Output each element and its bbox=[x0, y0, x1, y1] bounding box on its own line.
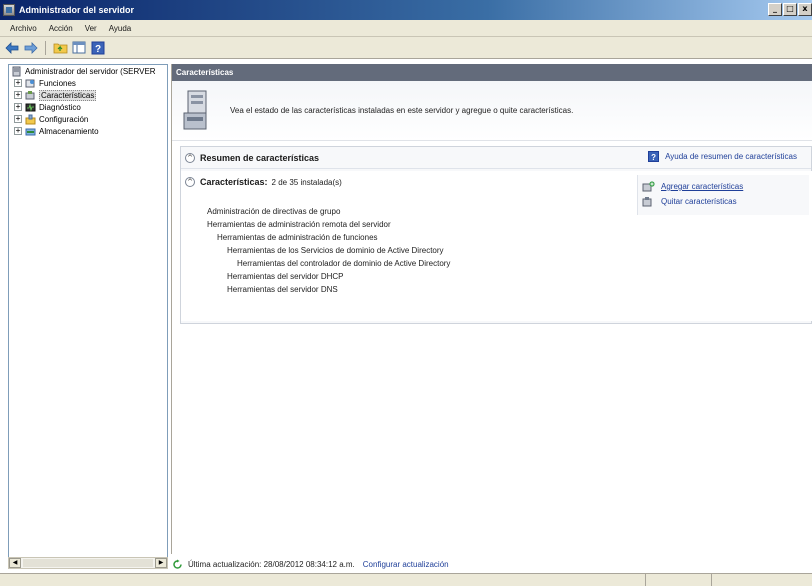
status-panel bbox=[646, 574, 712, 586]
tree-item-almacenamiento[interactable]: + Almacenamiento bbox=[9, 125, 167, 137]
features-summary-section: ^ Resumen de características ? Ayuda de … bbox=[180, 146, 812, 324]
tree-item-label: Almacenamiento bbox=[39, 126, 99, 136]
window-controls: _ □ x bbox=[768, 3, 812, 16]
menu-archivo[interactable]: Archivo bbox=[4, 24, 43, 33]
installed-features-list: Administración de directivas de grupo He… bbox=[207, 207, 450, 298]
status-panel bbox=[712, 574, 812, 586]
list-item: Herramientas de administración remota de… bbox=[207, 220, 391, 229]
features-large-icon bbox=[183, 90, 207, 129]
up-folder-icon[interactable] bbox=[52, 40, 68, 56]
features-title: Características: bbox=[200, 177, 268, 187]
remove-features-link[interactable]: Quitar características bbox=[642, 194, 809, 209]
server-manager-app-icon bbox=[3, 4, 15, 16]
add-features-link[interactable]: Agregar características bbox=[642, 179, 809, 194]
expand-icon[interactable]: + bbox=[14, 103, 22, 111]
remove-features-icon bbox=[642, 197, 652, 207]
expand-icon[interactable]: + bbox=[14, 127, 22, 135]
features-summary-help-link[interactable]: ? Ayuda de resumen de características bbox=[648, 151, 797, 162]
features-subsection: ^ Características: 2 de 35 instalada(s) … bbox=[181, 171, 812, 321]
tree-horizontal-scrollbar[interactable]: ◀ ▶ bbox=[8, 557, 168, 569]
tree-item-configuracion[interactable]: + Configuración bbox=[9, 113, 167, 125]
intro-text: Vea el estado de las características ins… bbox=[230, 106, 574, 115]
tree-item-funciones[interactable]: + Funciones bbox=[9, 77, 167, 89]
show-hide-console-tree-icon[interactable] bbox=[71, 40, 87, 56]
collapse-icon[interactable]: ^ bbox=[185, 152, 195, 163]
content-header: Características bbox=[172, 64, 812, 81]
title-bar[interactable]: Administrador del servidor _ □ x bbox=[0, 0, 812, 20]
storage-icon bbox=[25, 128, 36, 135]
close-button[interactable]: x bbox=[798, 3, 812, 16]
features-actions: Agregar características Quitar caracterí… bbox=[637, 175, 809, 215]
window-title: Administrador del servidor bbox=[19, 5, 135, 15]
console-tree[interactable]: Administrador del servidor (SERVER + Fun… bbox=[8, 64, 168, 560]
status-bar bbox=[0, 573, 812, 586]
expand-icon[interactable]: + bbox=[14, 79, 22, 87]
forward-arrow-icon[interactable] bbox=[23, 40, 39, 56]
tree-item-label: Configuración bbox=[39, 114, 89, 124]
help-link-label: Ayuda de resumen de características bbox=[665, 152, 797, 161]
last-update-status: Última actualización: 28/08/2012 08:34:1… bbox=[172, 557, 812, 571]
tree-item-label: Diagnóstico bbox=[39, 102, 81, 112]
intro-banner: Vea el estado de las características ins… bbox=[172, 81, 812, 141]
features-subsection-header: ^ Características: 2 de 35 instalada(s) bbox=[185, 177, 342, 187]
menu-bar: Archivo Acción Ver Ayuda bbox=[0, 20, 812, 37]
maximize-button[interactable]: □ bbox=[783, 3, 797, 16]
list-item: Herramientas del servidor DHCP bbox=[227, 272, 344, 281]
list-item: Herramientas del servidor DNS bbox=[227, 285, 338, 294]
tree-item-caracteristicas[interactable]: + Características bbox=[9, 89, 167, 101]
help-icon[interactable]: ? bbox=[90, 40, 106, 56]
configuration-icon bbox=[25, 114, 36, 124]
status-panel bbox=[0, 574, 646, 586]
toolbar: ? bbox=[0, 37, 812, 59]
features-icon bbox=[25, 90, 35, 99]
expand-icon[interactable]: + bbox=[14, 115, 22, 123]
menu-ver[interactable]: Ver bbox=[79, 24, 103, 33]
add-features-icon bbox=[642, 181, 655, 192]
list-item: Herramientas de administración de funcio… bbox=[217, 233, 378, 242]
content-pane: Características Vea el estado de las car… bbox=[171, 64, 812, 554]
menu-ayuda[interactable]: Ayuda bbox=[103, 24, 138, 33]
back-arrow-icon[interactable] bbox=[4, 40, 20, 56]
configure-refresh-link[interactable]: Configurar actualización bbox=[363, 560, 449, 569]
collapse-icon[interactable]: ^ bbox=[185, 177, 195, 187]
scroll-right-icon[interactable]: ▶ bbox=[155, 558, 167, 568]
tree-item-label: Administrador del servidor (SERVER bbox=[25, 66, 156, 76]
svg-text:?: ? bbox=[95, 44, 101, 55]
scroll-thumb[interactable] bbox=[23, 559, 153, 567]
features-summary-header: ^ Resumen de características ? Ayuda de … bbox=[181, 147, 811, 169]
tree-item-label: Características bbox=[39, 89, 97, 101]
tree-item-root[interactable]: Administrador del servidor (SERVER bbox=[9, 65, 167, 77]
last-update-text: Última actualización: 28/08/2012 08:34:1… bbox=[188, 559, 355, 569]
expand-icon[interactable]: + bbox=[14, 91, 22, 99]
tree-item-label: Funciones bbox=[39, 78, 76, 88]
menu-accion[interactable]: Acción bbox=[43, 24, 79, 33]
remove-features-label: Quitar características bbox=[661, 197, 737, 206]
section-title: Resumen de características bbox=[200, 152, 320, 163]
diagnostics-icon bbox=[25, 102, 36, 112]
list-item: Herramientas del controlador de dominio … bbox=[237, 259, 451, 268]
roles-icon bbox=[25, 79, 35, 87]
list-item: Administración de directivas de grupo bbox=[207, 207, 341, 216]
features-count: 2 de 35 instalada(s) bbox=[271, 177, 342, 187]
list-item: Herramientas de los Servicios de dominio… bbox=[227, 246, 444, 255]
minimize-button[interactable]: _ bbox=[768, 3, 782, 16]
add-features-label: Agregar características bbox=[661, 182, 744, 191]
toolbar-separator bbox=[45, 40, 46, 55]
server-icon bbox=[12, 66, 21, 76]
help-icon: ? bbox=[648, 151, 660, 162]
scroll-left-icon[interactable]: ◀ bbox=[9, 558, 21, 568]
refresh-icon bbox=[173, 559, 182, 569]
tree-item-diagnostico[interactable]: + Diagnóstico bbox=[9, 101, 167, 113]
